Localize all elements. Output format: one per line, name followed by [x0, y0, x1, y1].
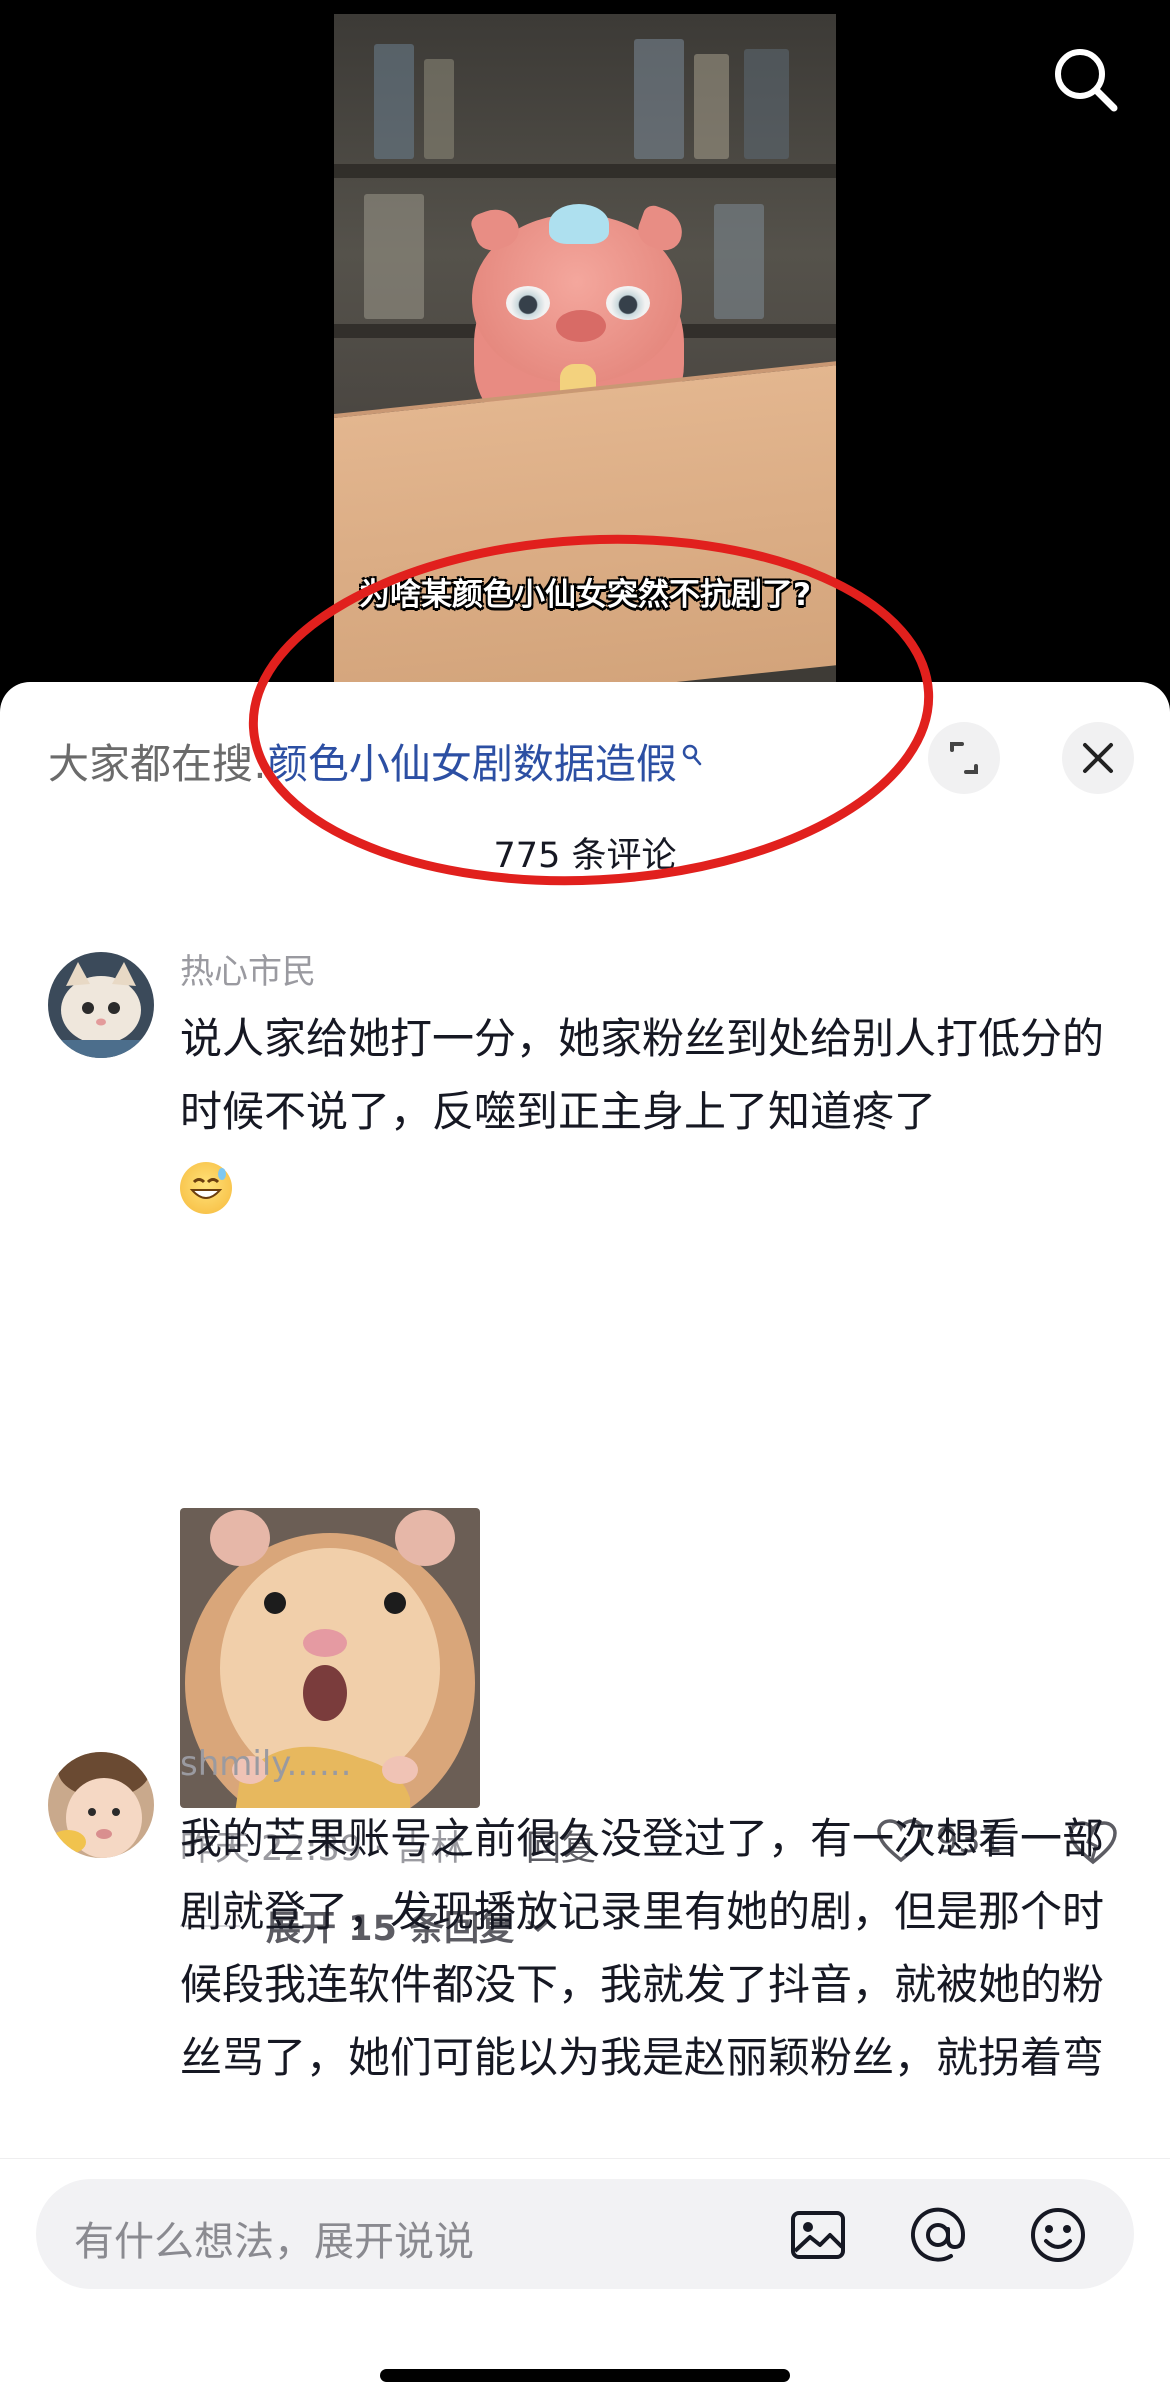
- fullscreen-icon[interactable]: [928, 722, 1000, 794]
- home-indicator[interactable]: [380, 2369, 790, 2382]
- hot-search-query[interactable]: 颜色小仙女剧数据造假: [267, 740, 677, 788]
- close-icon: [1083, 743, 1113, 773]
- video-caption: 为啥某颜色小仙女突然不抗剧了?: [359, 577, 811, 613]
- comment-text: 我的芒果账号之前很久没登过了，有一次想看一部剧就登了，发现播放记录里有她的剧，但…: [180, 1814, 1105, 2082]
- hot-search-bar[interactable]: 大家都在搜:颜色小仙女剧数据造假: [48, 730, 703, 790]
- pig-hat: [549, 204, 609, 244]
- laugh-sweat-emoji-icon: [180, 1161, 232, 1214]
- comment-author[interactable]: shmily......: [180, 1744, 351, 1784]
- hot-search-prefix: 大家都在搜:: [48, 740, 267, 788]
- video-frame[interactable]: 为啥某颜色小仙女突然不抗剧了?: [334, 14, 836, 700]
- comment-text: 说人家给她打一分，她家粉丝到处给别人打低分的时候不说了，反噬到正主身上了知道疼了: [180, 1002, 1120, 1221]
- comment-input-bar: 有什么想法，展开说说: [0, 2158, 1170, 2405]
- comment-input-placeholder: 有什么想法，展开说说: [74, 2219, 474, 2265]
- comment-sheet: 大家都在搜:颜色小仙女剧数据造假 775 条评论 热心市民 说人家给她打一分，她…: [0, 682, 1170, 2405]
- comment-item: shmily...... 我的芒果账号之前很久没登过了，有一次想看一部剧就登了，…: [48, 1744, 1128, 2152]
- video-area[interactable]: 为啥某颜色小仙女突然不抗剧了?: [0, 0, 1170, 700]
- close-button[interactable]: [1062, 722, 1134, 794]
- image-icon[interactable]: [788, 2205, 848, 2265]
- search-icon: [681, 730, 703, 778]
- avatar[interactable]: [48, 952, 154, 1058]
- avatar[interactable]: [48, 1752, 154, 1858]
- search-icon[interactable]: [1050, 44, 1120, 114]
- comment-author[interactable]: 热心市民: [180, 944, 316, 993]
- at-icon[interactable]: [908, 2205, 968, 2265]
- emoji-icon[interactable]: [1028, 2205, 1088, 2265]
- comment-count: 775 条评论: [493, 836, 677, 876]
- comment-input[interactable]: 有什么想法，展开说说: [36, 2179, 1134, 2289]
